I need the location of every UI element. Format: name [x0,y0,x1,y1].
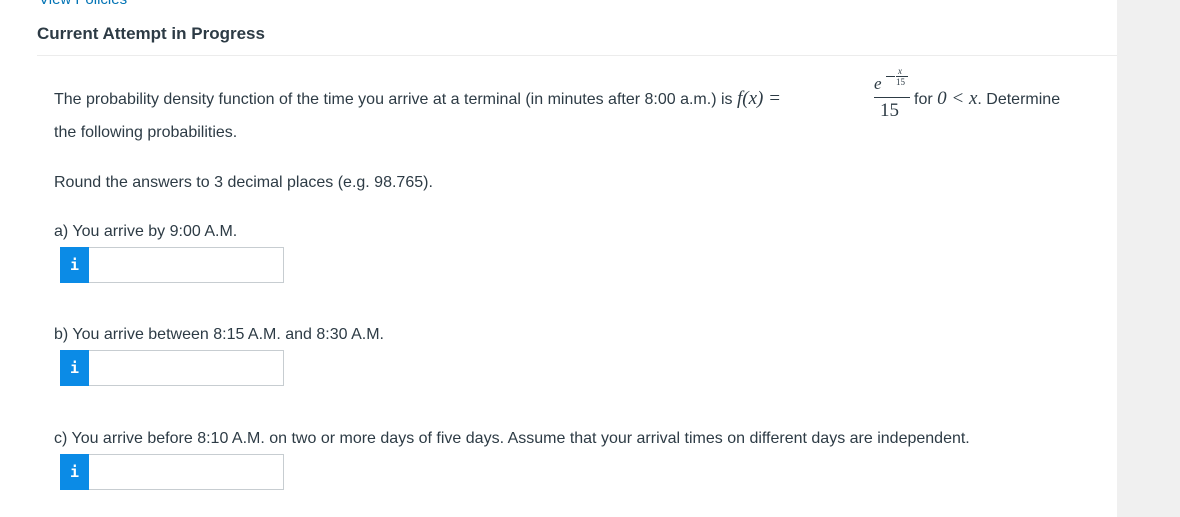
exponent-numerator: x [898,66,902,76]
part-c-info-button[interactable]: i [60,454,89,490]
rounding-instruction: Round the answers to 3 decimal places (e… [54,174,433,191]
pdf-fraction: e x 15 15 [872,64,912,124]
part-b-answer-input[interactable] [89,350,284,386]
part-c-answer-group: i [60,454,284,490]
part-a-answer-input[interactable] [89,247,284,283]
for-text: for [914,91,933,108]
info-icon: i [69,359,80,377]
fraction-base-e: e [874,74,882,93]
determine-text: . Determine [977,91,1061,108]
attempt-status-heading: Current Attempt in Progress [37,24,265,43]
domain-condition: 0 < x [937,88,978,109]
exponent-minus-sign [886,76,895,77]
part-c-answer-input[interactable] [89,454,284,490]
fraction-bar [874,97,910,98]
pdf-description: The probability density function of the … [54,91,733,108]
question-line-2: the following probabilities. [54,124,238,141]
question-line-1-tail: for 0 < x. Determine [914,88,1060,110]
part-b-answer-group: i [60,350,284,386]
part-a-label: a) You arrive by 9:00 A.M. [54,223,238,240]
part-a-answer-group: i [60,247,284,283]
part-a-info-button[interactable]: i [60,247,89,283]
part-c-label: c) You arrive before 8:10 A.M. on two or… [54,430,970,447]
info-icon: i [69,256,80,274]
part-b-info-button[interactable]: i [60,350,89,386]
part-b-label: b) You arrive between 8:15 A.M. and 8:30… [54,326,384,343]
view-policies-link[interactable]: View Policies [39,0,127,8]
fraction-denominator: 15 [880,100,899,121]
info-icon: i [69,463,80,481]
header-divider [37,55,1117,56]
quiz-content-panel: View Policies Current Attempt in Progres… [0,0,1117,517]
question-line-1: The probability density function of the … [54,88,781,110]
fx-expression: f(x) = [736,88,781,109]
exponent-denominator: 15 [896,77,905,87]
